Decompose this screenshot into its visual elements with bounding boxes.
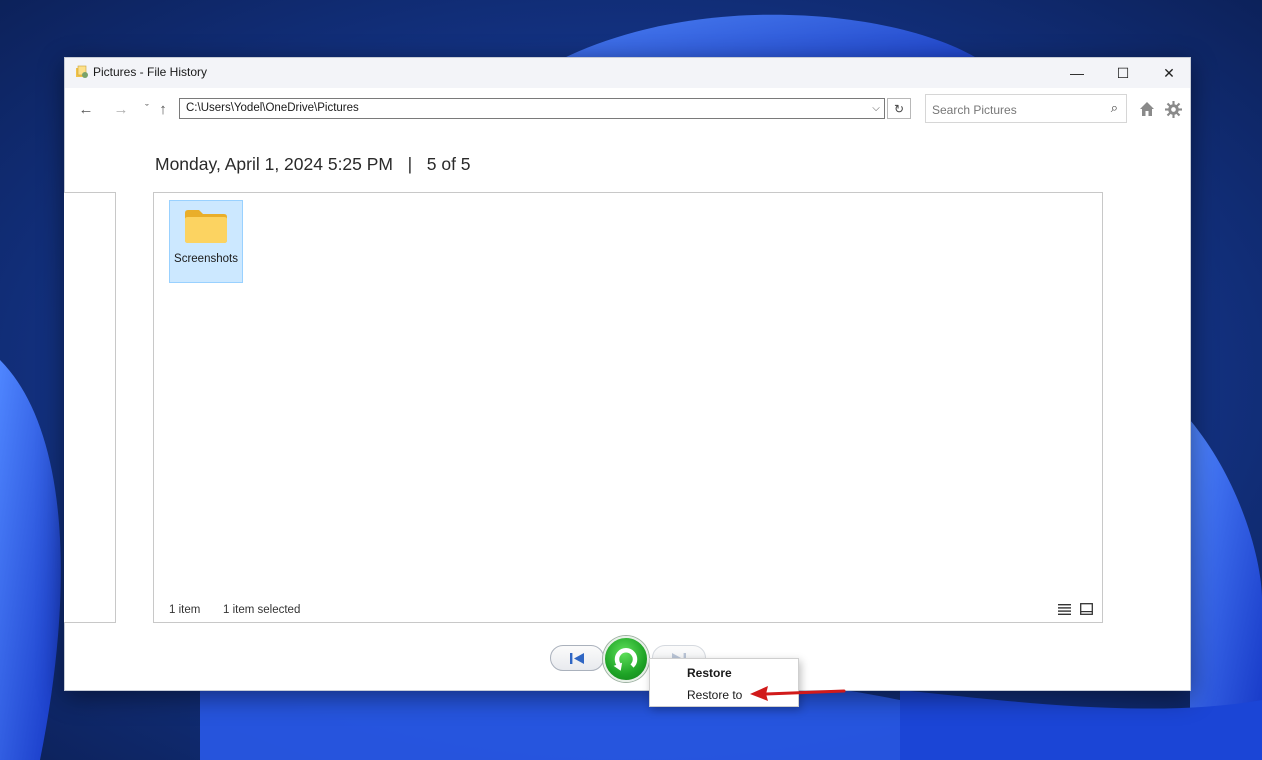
large-icons-view-icon[interactable] bbox=[1079, 602, 1093, 616]
file-history-window: Pictures - File History — ☐ ✕ ← → ˇ ↑ C:… bbox=[64, 57, 1191, 691]
previous-version-button[interactable] bbox=[550, 645, 604, 671]
back-button[interactable]: ← bbox=[76, 98, 96, 120]
restore-arrow-icon bbox=[613, 648, 638, 671]
header-separator: | bbox=[407, 154, 413, 174]
snapshot-position: 5 of 5 bbox=[426, 154, 471, 174]
up-button[interactable]: ↑ bbox=[155, 98, 171, 120]
search-box[interactable]: ⌕ bbox=[925, 94, 1127, 124]
window-title: Pictures - File History bbox=[93, 65, 208, 79]
annotation-arrow bbox=[750, 686, 846, 701]
snapshot-date: Monday, April 1, 2024 5:25 PM bbox=[155, 154, 394, 174]
close-button[interactable]: ✕ bbox=[1146, 58, 1192, 88]
address-bar[interactable]: C:\Users\Yodel\OneDrive\Pictures ⌵ bbox=[179, 98, 885, 119]
gear-icon[interactable] bbox=[1162, 98, 1184, 120]
folder-label: Screenshots bbox=[174, 253, 238, 265]
address-path: C:\Users\Yodel\OneDrive\Pictures bbox=[186, 102, 359, 114]
selection-count: 1 item selected bbox=[223, 604, 301, 616]
folder-icon bbox=[184, 208, 228, 249]
refresh-button[interactable]: ↻ bbox=[887, 98, 911, 119]
search-input[interactable] bbox=[926, 95, 1104, 124]
restore-button[interactable] bbox=[603, 636, 649, 682]
title-bar: Pictures - File History — ☐ ✕ bbox=[65, 58, 1190, 88]
snapshot-content-pane: Screenshots 1 item 1 item selected bbox=[153, 192, 1103, 623]
item-count: 1 item bbox=[169, 604, 201, 616]
forward-button[interactable]: → bbox=[111, 98, 131, 120]
minimize-button[interactable]: — bbox=[1054, 58, 1100, 88]
menu-item-restore-to[interactable]: Restore to bbox=[687, 688, 742, 702]
search-icon[interactable]: ⌕ bbox=[1111, 100, 1118, 116]
details-view-icon[interactable] bbox=[1057, 602, 1071, 616]
snapshot-header: Monday, April 1, 2024 5:25 PM | 5 of 5 bbox=[155, 154, 471, 175]
recent-locations-button[interactable]: ˇ bbox=[141, 98, 153, 120]
home-icon[interactable] bbox=[1136, 98, 1158, 120]
file-history-app-icon bbox=[75, 65, 89, 79]
maximize-button[interactable]: ☐ bbox=[1100, 58, 1146, 88]
chevron-down-icon[interactable]: ⌵ bbox=[868, 99, 884, 118]
previous-snapshot-pane[interactable] bbox=[64, 192, 116, 623]
navigation-bar: ← → ˇ ↑ C:\Users\Yodel\OneDrive\Pictures… bbox=[65, 88, 1190, 132]
menu-item-restore[interactable]: Restore bbox=[687, 666, 732, 680]
folder-item-screenshots[interactable]: Screenshots bbox=[169, 200, 243, 283]
